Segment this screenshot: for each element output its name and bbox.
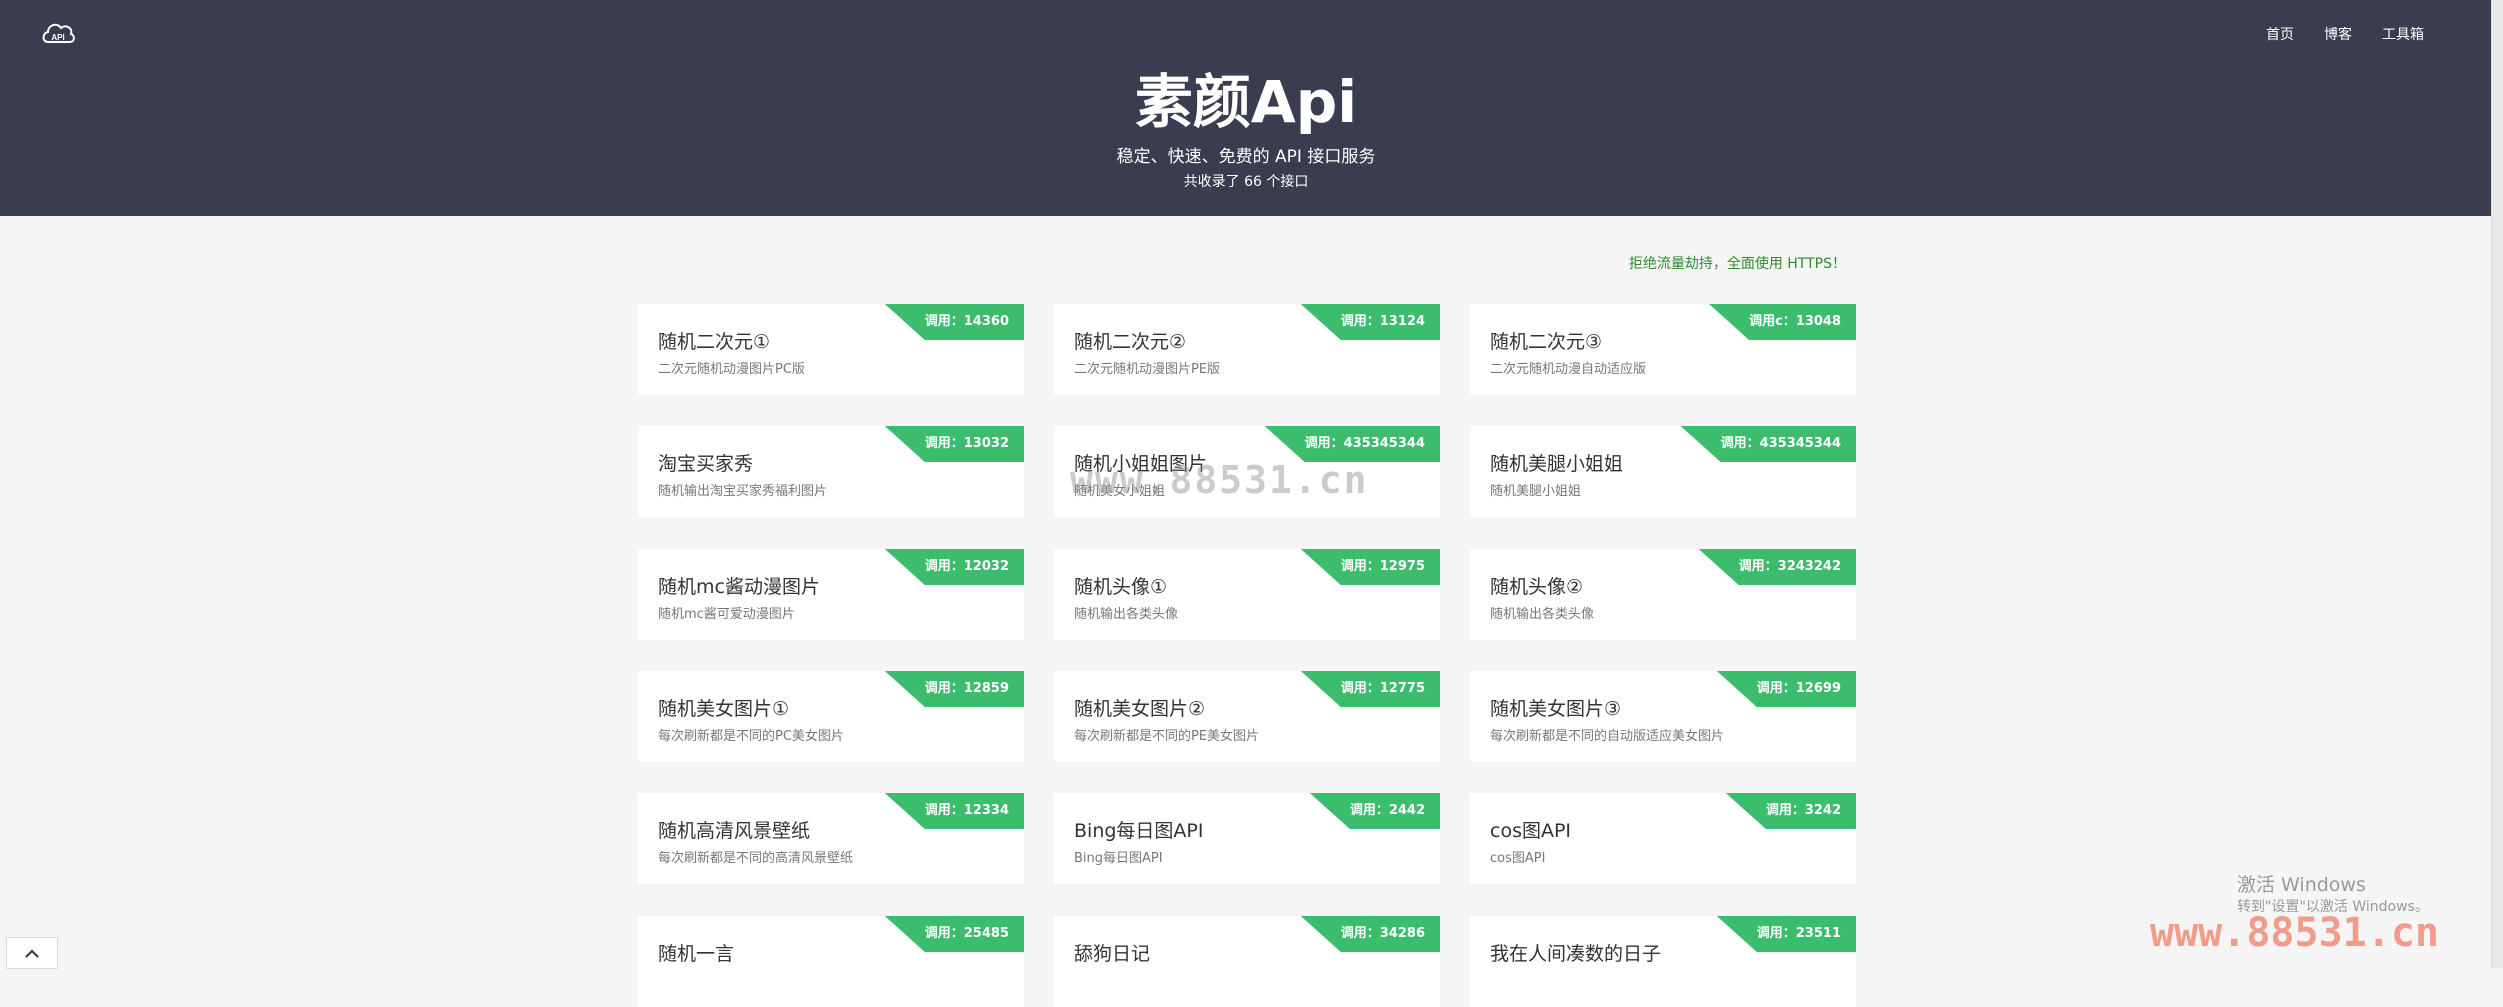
api-card[interactable]: 调用：3243242 随机头像② 随机输出各类头像 — [1470, 549, 1856, 640]
api-count-text: 共收录了 66 个接口 — [1183, 174, 1309, 190]
api-card-title[interactable]: 随机mc酱动漫图片 — [658, 572, 820, 599]
api-card-description: 随机输出淘宝买家秀福利图片 — [658, 484, 828, 499]
api-card-title[interactable]: cos图API — [1490, 816, 1571, 843]
api-card[interactable]: 调用：435345344 随机小姐姐图片随机美女小姐姐 — [1054, 426, 1440, 517]
api-card-title[interactable]: 随机头像① — [1074, 572, 1167, 599]
call-count-badge: 调用：12699 — [1716, 671, 1856, 707]
api-card-description: 随机美女小姐姐 — [1074, 484, 1166, 499]
site-subtitle: 稳定、快速、免费的 API 接口服务 — [1116, 147, 1376, 167]
top-nav: 首页 博客 工具箱 — [2266, 24, 2424, 44]
api-card[interactable]: 调用：13032 淘宝买家秀随机输出淘宝买家秀福利图片 — [638, 426, 1024, 517]
api-card[interactable]: 调用：12859 随机美女图片① 每次刷新都是不同的PC美女图片 — [638, 671, 1024, 762]
call-count-badge: 调用：13124 — [1300, 304, 1440, 340]
api-card[interactable]: 调用：13124 随机二次元② 二次元随机动漫图片PE版 — [1054, 304, 1440, 395]
api-card[interactable]: 调用：12775 随机美女图片② 每次刷新都是不同的PE美女图片 — [1054, 671, 1440, 762]
api-card-title[interactable]: 随机美女图片① — [658, 694, 789, 721]
back-to-top-button[interactable] — [6, 937, 58, 969]
site-header: API 首页 博客 工具箱 素颜Api 稳定、快速、免费的 API 接口服务 共… — [0, 0, 2492, 216]
api-card[interactable]: 调用：3242 cos图API cos图API — [1470, 793, 1856, 884]
api-card-description: cos图API — [1490, 851, 1546, 866]
call-count-badge: 调用：12975 — [1300, 549, 1440, 585]
api-card-description: 每次刷新都是不同的PC美女图片 — [658, 729, 844, 744]
call-count-badge: 调用：12032 — [884, 549, 1024, 585]
nav-blog-link[interactable]: 博客 — [2324, 24, 2352, 44]
api-card-title[interactable]: 随机二次元② — [1074, 327, 1186, 354]
api-card[interactable]: 调用：2442 Bing每日图API Bing每日图API — [1054, 793, 1440, 884]
api-card[interactable]: 调用：25485 随机一言 — [638, 916, 1024, 1007]
page-scrollbar[interactable] — [2491, 0, 2503, 968]
api-card[interactable]: 调用：435345344 随机美腿小姐姐 随机美腿小姐姐 — [1470, 426, 1856, 517]
api-card-description: 随机美腿小姐姐 — [1490, 484, 1582, 499]
api-card[interactable]: 调用：14360 随机二次元① 二次元随机动漫图片PC版 — [638, 304, 1024, 395]
chevron-up-icon — [24, 943, 40, 964]
api-card[interactable]: 调用c：13048 随机二次元③ 二次元随机动漫自动适应版 — [1470, 304, 1856, 395]
api-card[interactable]: 调用：23511 我在人间凑数的日子 — [1470, 916, 1856, 1007]
api-card-title[interactable]: Bing每日图API — [1074, 816, 1203, 843]
api-card[interactable]: 调用：12032 随机mc酱动漫图片随机mc酱可爱动漫图片 — [638, 549, 1024, 640]
nav-toolbox-link[interactable]: 工具箱 — [2382, 24, 2424, 44]
https-notice: 拒绝流量劫持，全面使用 HTTPS！ — [1628, 256, 1846, 272]
api-card-description: 每次刷新都是不同的PE美女图片 — [1074, 729, 1260, 744]
api-card-description: 随机mc酱可爱动漫图片 — [658, 607, 795, 622]
api-card-description: 随机输出各类头像 — [1490, 607, 1595, 622]
api-card-title[interactable]: 随机二次元① — [658, 327, 770, 354]
api-card-description: 二次元随机动漫图片PC版 — [658, 362, 805, 377]
call-count-badge: 调用：14360 — [884, 304, 1024, 340]
call-count-badge: 调用：12334 — [884, 793, 1024, 829]
call-count-badge: 调用：435345344 — [1264, 426, 1440, 462]
svg-text:API: API — [51, 33, 64, 42]
api-card-title[interactable]: 随机美腿小姐姐 — [1490, 449, 1623, 476]
api-card-title[interactable]: 随机一言 — [658, 939, 734, 966]
api-card-title[interactable]: 随机小姐姐图片 — [1074, 449, 1207, 476]
activation-title: 激活 Windows — [2237, 874, 2366, 896]
api-card-description: 每次刷新都是不同的自动版适应美女图片 — [1490, 729, 1725, 744]
api-card-description: 随机输出各类头像 — [1074, 607, 1179, 622]
call-count-badge: 调用：3242 — [1725, 793, 1856, 829]
call-count-badge: 调用：3243242 — [1698, 549, 1856, 585]
api-card-description: 二次元随机动漫自动适应版 — [1490, 362, 1647, 377]
api-card-title[interactable]: 随机美女图片③ — [1490, 694, 1621, 721]
api-card-description: Bing每日图API — [1074, 851, 1163, 866]
call-count-badge: 调用：12859 — [884, 671, 1024, 707]
call-count-badge: 调用：12775 — [1300, 671, 1440, 707]
api-card-title[interactable]: 随机头像② — [1490, 572, 1583, 599]
api-card[interactable]: 调用：12975 随机头像① 随机输出各类头像 — [1054, 549, 1440, 640]
call-count-badge: 调用c：13048 — [1709, 304, 1856, 340]
api-card-title[interactable]: 随机美女图片② — [1074, 694, 1205, 721]
api-card-title[interactable]: 随机二次元③ — [1490, 327, 1602, 354]
call-count-badge: 调用：435345344 — [1680, 426, 1856, 462]
api-card[interactable]: 调用：12334 随机高清风景壁纸每次刷新都是不同的高清风景壁纸 — [638, 793, 1024, 884]
api-card-title[interactable]: 淘宝买家秀 — [658, 449, 753, 476]
api-card[interactable]: 调用：34286 舔狗日记 — [1054, 916, 1440, 1007]
call-count-badge: 调用：2442 — [1309, 793, 1440, 829]
api-card-description: 每次刷新都是不同的高清风景壁纸 — [658, 851, 854, 866]
call-count-badge: 调用：23511 — [1716, 916, 1856, 952]
cloud-api-logo-icon[interactable]: API — [40, 18, 76, 48]
api-card-title[interactable]: 我在人间凑数的日子 — [1490, 939, 1661, 966]
corner-watermark: www.88531.cn — [2150, 910, 2439, 956]
api-card-title[interactable]: 随机高清风景壁纸 — [658, 816, 810, 843]
site-title: 素颜Api — [1134, 68, 1358, 136]
api-card-description: 二次元随机动漫图片PE版 — [1074, 362, 1221, 377]
api-card-title[interactable]: 舔狗日记 — [1074, 939, 1150, 966]
nav-home-link[interactable]: 首页 — [2266, 24, 2294, 44]
call-count-badge: 调用：13032 — [884, 426, 1024, 462]
call-count-badge: 调用：25485 — [884, 916, 1024, 952]
api-card[interactable]: 调用：12699 随机美女图片③ 每次刷新都是不同的自动版适应美女图片 — [1470, 671, 1856, 762]
call-count-badge: 调用：34286 — [1300, 916, 1440, 952]
